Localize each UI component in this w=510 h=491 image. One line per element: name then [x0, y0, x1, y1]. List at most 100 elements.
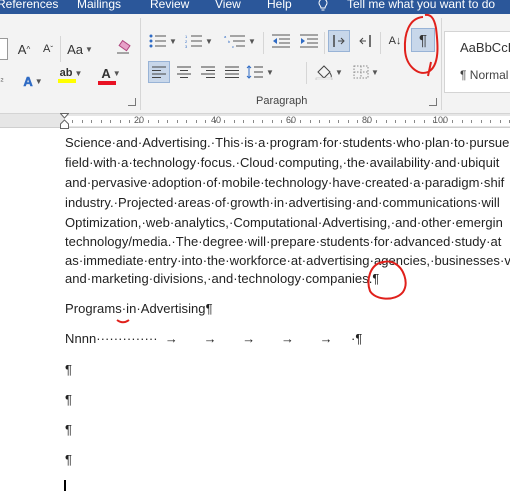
ruler-tick: [499, 120, 501, 123]
numbering-button[interactable]: 1 2 3 ▼: [184, 30, 214, 52]
ruler-tick: [461, 120, 463, 123]
svg-text:b: b: [228, 39, 231, 44]
ruler-tick: [357, 120, 358, 123]
paragraph-group-launcher[interactable]: [429, 98, 437, 106]
ruler-tick: [148, 120, 149, 123]
rtl-direction-button[interactable]: [354, 30, 376, 52]
increase-indent-icon: [300, 34, 318, 48]
body-line: as·immediate·entry·into·the·workforce·at…: [65, 253, 510, 268]
ribbon-home: A ^ Aˇ Aa ▼ ² A ▼ ab ▼ A ▼ ▼ 1 2 3 ▼ a b c ▼ A↓ ¶: [0, 14, 510, 114]
highlighter-icon: ab: [59, 67, 73, 79]
style-preview[interactable]: AaBbCcD: [460, 40, 510, 55]
body-line: and·pervasive·adoption·of·mobile·technol…: [65, 175, 505, 190]
tab-mailings[interactable]: Mailings: [77, 0, 121, 11]
increase-indent-button[interactable]: [298, 30, 320, 52]
ruler-tick: [490, 120, 491, 123]
body-line: technology/media.·The·degree·will·prepar…: [65, 234, 502, 249]
ruler-tick: [395, 120, 396, 123]
line-spacing-button[interactable]: ▼: [245, 61, 275, 83]
svg-text:a: a: [224, 34, 227, 39]
align-right-button[interactable]: [197, 61, 219, 83]
multilevel-list-button[interactable]: a b c ▼: [222, 30, 258, 52]
tab-references[interactable]: References: [0, 0, 58, 11]
ruler-tick: [243, 120, 244, 123]
ruler-tick: [138, 120, 140, 123]
align-center-button[interactable]: [173, 61, 195, 83]
clear-formatting-button[interactable]: [113, 36, 133, 58]
svg-text:c: c: [232, 44, 234, 48]
styles-gallery[interactable]: AaBbCcD ¶ Normal: [444, 31, 510, 93]
lightbulb-icon: [318, 0, 328, 11]
ruler-tick: [186, 120, 187, 123]
align-left-button[interactable]: [148, 61, 170, 83]
ruler-tick: [414, 120, 415, 123]
ruler-tick: [129, 120, 130, 123]
text-cursor: [64, 480, 66, 491]
ruler-tick: [252, 120, 254, 123]
bullets-button[interactable]: ▼: [148, 30, 178, 52]
shading-button[interactable]: ▼: [312, 61, 346, 83]
ruler-tick: [366, 120, 368, 123]
borders-button[interactable]: ▼: [350, 61, 382, 83]
horizontal-ruler[interactable]: 20 40 60 80 100: [0, 114, 510, 128]
body-line: and·marketing·divisions,·and·technology·…: [65, 271, 380, 286]
font-group-launcher[interactable]: [128, 98, 136, 106]
font-color-swatch: [98, 80, 116, 85]
ruler-tick: [319, 120, 320, 123]
justify-icon: [225, 66, 239, 78]
heading-line: Programs·in·Advertising¶: [65, 301, 213, 316]
indent-marker[interactable]: [60, 113, 69, 129]
justify-button[interactable]: [221, 61, 243, 83]
highlight-color-button[interactable]: ab ▼: [54, 64, 88, 86]
sort-button[interactable]: A↓: [384, 30, 406, 52]
ruler-tick: [167, 120, 168, 123]
ltr-direction-button[interactable]: [328, 30, 350, 52]
ruler-tick: [214, 120, 216, 123]
ruler-tick: [442, 120, 444, 123]
decrease-indent-button[interactable]: [270, 30, 292, 52]
ruler-tick: [176, 120, 178, 123]
ruler-tick: [119, 120, 121, 123]
change-case-button[interactable]: Aa ▼: [64, 38, 96, 60]
ruler-tick: [347, 120, 349, 123]
shrink-font-icon: A: [42, 43, 51, 55]
ruler-tick: [157, 120, 159, 123]
empty-paragraph: ¶: [65, 392, 73, 407]
ruler-tick: [72, 120, 73, 123]
svg-text:3: 3: [185, 44, 188, 48]
empty-paragraph: ¶: [65, 452, 73, 467]
pilcrow-icon: ¶: [418, 31, 428, 49]
ruler-tick: [290, 120, 292, 123]
align-left-icon: [152, 66, 166, 78]
right-to-left-icon: [359, 35, 371, 47]
text-effects-button[interactable]: A ▼: [18, 70, 48, 92]
grow-font-icon: A: [17, 41, 27, 57]
tab-view[interactable]: View: [215, 0, 241, 11]
ruler-tick: [423, 120, 425, 123]
font-color-button[interactable]: A ▼: [94, 64, 128, 86]
tell-me-search[interactable]: Tell me what you want to do: [347, 0, 495, 11]
ruler-tick: [480, 120, 482, 123]
style-normal[interactable]: ¶ Normal: [460, 68, 508, 82]
left-to-right-icon: [333, 35, 345, 47]
decrease-indent-icon: [272, 34, 290, 48]
text-effects-icon: A: [23, 73, 33, 89]
numbering-icon: 123: [185, 34, 203, 48]
bullets-icon: [149, 34, 167, 48]
font-size-dropdown[interactable]: [0, 38, 8, 60]
ruler-tick: [376, 120, 377, 123]
show-formatting-marks-button[interactable]: ¶: [411, 28, 435, 52]
ruler-tick: [309, 120, 311, 123]
empty-paragraph: ¶: [65, 422, 73, 437]
shrink-font-button[interactable]: Aˇ: [38, 38, 58, 60]
ruler-tick: [281, 120, 282, 123]
ruler-tick: [404, 120, 406, 123]
ruler-tick: [110, 120, 111, 123]
paragraph-group-label: Paragraph: [256, 95, 308, 107]
grow-font-button[interactable]: A ^: [14, 38, 34, 60]
paint-bucket-icon: [315, 65, 333, 80]
superscript-fragment[interactable]: ²: [0, 70, 8, 92]
tab-help[interactable]: Help: [267, 0, 292, 11]
tab-review[interactable]: Review: [150, 0, 189, 11]
ruler-tick: [271, 120, 273, 123]
